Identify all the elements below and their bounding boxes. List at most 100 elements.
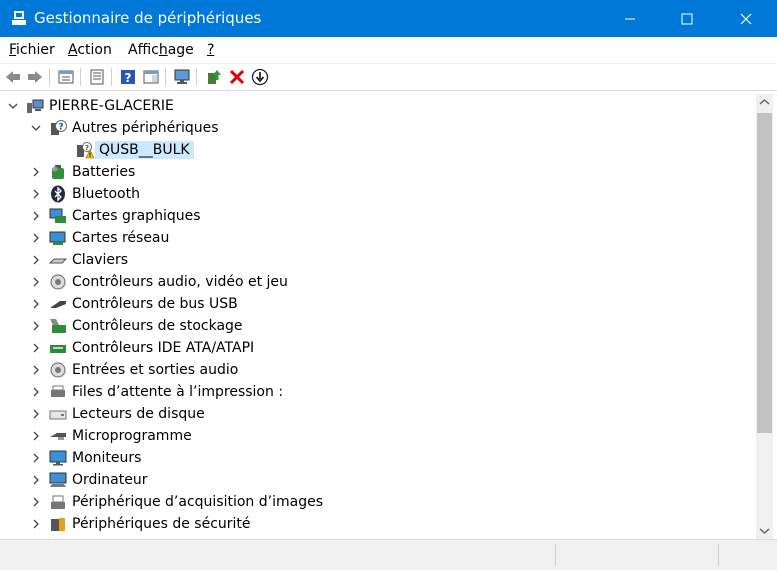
- toolbar-separator: [80, 68, 81, 86]
- chevron-right-icon[interactable]: [29, 451, 43, 465]
- chevron-right-icon[interactable]: [29, 407, 43, 421]
- chevron-right-icon[interactable]: [29, 429, 43, 443]
- tree-node-usb-controllers[interactable]: Contrôleurs de bus USB: [29, 293, 238, 315]
- minimize-button[interactable]: [607, 0, 653, 37]
- tree-node-label: Contrôleurs IDE ATA/ATAPI: [72, 340, 255, 356]
- chevron-right-icon[interactable]: [29, 165, 43, 179]
- tree-node-audio-video-game[interactable]: Contrôleurs audio, vidéo et jeu: [29, 271, 288, 293]
- monitor-icon: [49, 450, 67, 466]
- tree-node-ide-controllers[interactable]: Contrôleurs IDE ATA/ATAPI: [29, 337, 254, 359]
- tree-root-node[interactable]: PIERRE-GLACERIE: [6, 95, 174, 117]
- disable-device-icon[interactable]: [251, 68, 269, 86]
- svg-text:?: ?: [125, 71, 132, 85]
- tree-node-label: Bluetooth: [72, 186, 140, 202]
- maximize-button[interactable]: [664, 0, 710, 37]
- menu-label-prefix: Affic: [128, 42, 159, 58]
- tree-node-imaging-devices[interactable]: Périphérique d’acquisition d’images: [29, 491, 323, 513]
- update-driver-icon[interactable]: [205, 68, 223, 86]
- menu-accelerator: A: [68, 42, 78, 58]
- scroll-up-arrow-icon[interactable]: [756, 94, 773, 111]
- chevron-right-icon[interactable]: [29, 517, 43, 531]
- back-arrow-icon[interactable]: [4, 68, 22, 86]
- action-panel-icon[interactable]: [142, 68, 160, 86]
- tree-node-other-devices[interactable]: ? Autres périphériques: [29, 117, 219, 139]
- toolbar: ?: [0, 63, 777, 91]
- properties-panel-icon[interactable]: [57, 68, 75, 86]
- tree-node-label: QUSB__BULK: [95, 141, 194, 159]
- close-icon: [740, 13, 752, 24]
- tree-node-label: Contrôleurs de bus USB: [72, 296, 238, 312]
- tree-node-batteries[interactable]: Batteries: [29, 161, 135, 183]
- tree-node-qusb-bulk[interactable]: ? QUSB__BULK: [76, 139, 194, 161]
- menu-label-rest: ichier: [16, 42, 55, 58]
- keyboard-icon: [49, 258, 67, 264]
- firmware-chip-icon: [50, 433, 66, 440]
- tree-node-label: Lecteurs de disque: [72, 406, 205, 422]
- chevron-down-icon[interactable]: [29, 121, 43, 135]
- tree-node-label: Périphériques de sécurité: [72, 516, 251, 532]
- tree-node-storage-controllers[interactable]: Contrôleurs de stockage: [29, 315, 243, 337]
- tree-node-disk-drives[interactable]: Lecteurs de disque: [29, 403, 205, 425]
- tree-node-computer[interactable]: Ordinateur: [29, 469, 148, 491]
- toolbar-separator: [111, 68, 112, 86]
- chevron-right-icon[interactable]: [29, 495, 43, 509]
- chevron-right-icon[interactable]: [29, 187, 43, 201]
- svg-text:?: ?: [85, 144, 89, 152]
- usb-connector-icon: [50, 301, 66, 308]
- tree-node-print-queues[interactable]: Files d’attente à l’impression :: [29, 381, 283, 403]
- chevron-down-icon[interactable]: [6, 99, 20, 113]
- printer-icon: [51, 385, 65, 397]
- uninstall-device-icon[interactable]: [228, 68, 246, 86]
- device-list-icon[interactable]: [88, 68, 106, 86]
- menu-action[interactable]: Action: [68, 42, 112, 58]
- menu-affichage[interactable]: Affichage: [128, 42, 194, 58]
- chevron-right-icon[interactable]: [29, 341, 43, 355]
- device-manager-app-icon: [12, 11, 26, 25]
- chevron-right-icon[interactable]: [29, 253, 43, 267]
- menu-help[interactable]: ?: [207, 42, 214, 58]
- tree-node-audio-inputs-outputs[interactable]: Entrées et sorties audio: [29, 359, 238, 381]
- chevron-right-icon[interactable]: [29, 275, 43, 289]
- chevron-right-icon[interactable]: [29, 473, 43, 487]
- chevron-right-icon[interactable]: [29, 363, 43, 377]
- warning-device-icon: ?: [77, 142, 94, 159]
- tree-node-label: Autres périphériques: [72, 120, 219, 136]
- help-icon[interactable]: ?: [119, 68, 137, 86]
- scroll-down-arrow-icon[interactable]: [756, 522, 773, 539]
- scrollbar-thumb[interactable]: [757, 113, 772, 433]
- tree-node-keyboards[interactable]: Claviers: [29, 249, 128, 271]
- tree-node-bluetooth[interactable]: Bluetooth: [29, 183, 140, 205]
- menu-label-rest: age: [167, 42, 194, 58]
- svg-text:?: ?: [58, 123, 63, 133]
- menu-accelerator: h: [158, 42, 168, 58]
- tree-node-security-devices[interactable]: Périphériques de sécurité: [29, 513, 251, 535]
- chevron-right-icon[interactable]: [29, 385, 43, 399]
- tree-node-graphics-cards[interactable]: Cartes graphiques: [29, 205, 201, 227]
- forward-arrow-icon[interactable]: [26, 68, 44, 86]
- tree-node-label: Cartes graphiques: [72, 208, 201, 224]
- menu-fichier[interactable]: Fichier: [9, 42, 55, 58]
- tree-node-label: Contrôleurs de stockage: [72, 318, 243, 334]
- bluetooth-icon: [51, 185, 65, 203]
- tree-node-firmware[interactable]: Microprogramme: [29, 425, 192, 447]
- scan-hardware-icon[interactable]: [173, 68, 191, 86]
- tree-node-label: Cartes réseau: [72, 230, 170, 246]
- vertical-scrollbar[interactable]: [756, 94, 773, 539]
- computer-icon: [49, 472, 67, 487]
- tree-node-label: Files d’attente à l’impression :: [72, 384, 284, 400]
- toolbar-separator: [49, 68, 50, 86]
- window-title: Gestionnaire de périphériques: [34, 9, 262, 27]
- chevron-right-icon[interactable]: [29, 231, 43, 245]
- ide-controller-icon: [50, 345, 66, 353]
- chevron-right-icon[interactable]: [29, 319, 43, 333]
- tree-node-label: Ordinateur: [72, 472, 148, 488]
- menu-bar: Fichier Action Affichage ?: [0, 37, 777, 63]
- close-button[interactable]: [723, 0, 769, 37]
- chevron-right-icon[interactable]: [29, 297, 43, 311]
- scanner-icon: [51, 495, 65, 509]
- tree-node-monitors[interactable]: Moniteurs: [29, 447, 141, 469]
- toolbar-separator: [196, 68, 197, 86]
- tree-node-network-adapters[interactable]: Cartes réseau: [29, 227, 169, 249]
- chevron-right-icon[interactable]: [29, 209, 43, 223]
- menu-accelerator: ?: [207, 42, 215, 58]
